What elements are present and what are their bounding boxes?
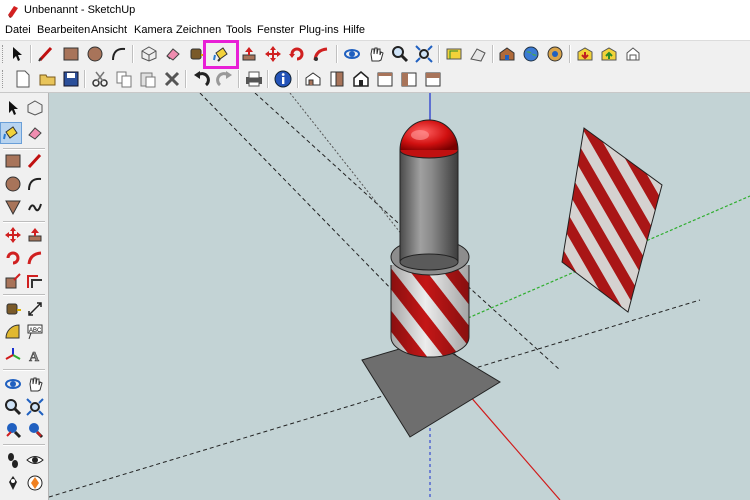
rotate-tool-icon[interactable] [2,247,24,269]
rotate-tool-icon[interactable] [286,43,308,65]
left-view-icon[interactable] [422,68,444,90]
cut-icon[interactable] [89,68,111,90]
toolbar-grip[interactable] [2,70,5,88]
tape-measure-tool-icon[interactable] [2,298,24,320]
front-view-icon[interactable] [350,68,372,90]
menu-tools[interactable]: Tools [226,24,252,36]
sketchup-logo-icon [8,6,18,18]
rectangle-tool-icon[interactable] [60,43,82,65]
paste-icon[interactable] [137,68,159,90]
eraser-tool-icon[interactable] [162,43,184,65]
model-info-icon[interactable] [272,68,294,90]
look-around-tool-icon[interactable] [24,449,46,471]
menu-zeichnen[interactable]: Zeichnen [176,24,221,36]
axes-tool-icon[interactable] [2,344,24,366]
drawing-viewport[interactable] [49,93,750,500]
google-earth-tool-icon[interactable] [520,43,542,65]
menu-hilfe[interactable]: Hilfe [343,24,365,36]
zoom-window-tool-icon[interactable] [24,396,46,418]
undo-icon[interactable] [190,68,212,90]
back-view-icon[interactable] [398,68,420,90]
pan-tool-icon[interactable] [365,43,387,65]
add-location-tool-icon[interactable] [443,43,465,65]
3d-warehouse-tool-icon[interactable] [496,43,518,65]
zoom-tool-icon[interactable] [2,396,24,418]
move-tool-icon[interactable] [2,224,24,246]
scale-tool-icon[interactable] [2,270,24,292]
arc-tool-icon[interactable] [24,173,46,195]
menu-plugins[interactable]: Plug-ins [299,24,339,36]
standard-toolbar [0,66,750,93]
terrain-tool-icon[interactable] [467,43,489,65]
paint-bucket-tool-icon[interactable] [0,122,22,144]
title-bar: Unbenannt - SketchUp [0,0,750,23]
section-plane-tool-icon[interactable] [24,472,46,494]
window-title: Unbenannt - SketchUp [24,4,136,16]
circle-tool-icon[interactable] [84,43,106,65]
iso-view-icon[interactable] [302,68,324,90]
orbit-tool-icon[interactable] [2,373,24,395]
menu-bearbeiten[interactable]: Bearbeiten [37,24,90,36]
walk-tool-icon[interactable] [2,449,24,471]
pan-tool-icon[interactable] [24,373,46,395]
menu-datei[interactable]: Datei [5,24,31,36]
next-view-icon[interactable] [24,419,46,441]
delete-icon[interactable] [161,68,183,90]
select-tool-icon[interactable] [6,43,28,65]
orbit-tool-icon[interactable] [341,43,363,65]
follow-me-tool-icon[interactable] [310,43,332,65]
push-pull-tool-icon[interactable] [238,43,260,65]
zoom-tool-icon[interactable] [389,43,411,65]
3d-text-tool-icon[interactable]: A [24,344,46,366]
zoom-extents-tool-icon[interactable] [413,43,435,65]
open-file-icon[interactable] [37,68,59,90]
large-tool-set: ABC A [0,93,49,500]
move-tool-icon[interactable] [262,43,284,65]
component-tool-icon[interactable] [138,43,160,65]
rectangle-tool-icon[interactable] [2,150,24,172]
arc-tool-icon[interactable] [108,43,130,65]
save-file-icon[interactable] [60,68,82,90]
model-scene [49,93,750,500]
follow-me-tool-icon[interactable] [24,247,46,269]
offset-tool-icon[interactable] [24,270,46,292]
freehand-tool-icon[interactable] [24,196,46,218]
protractor-tool-icon[interactable] [2,321,24,343]
position-camera-tool-icon[interactable] [2,472,24,494]
line-tool-icon[interactable] [24,150,46,172]
make-component-icon[interactable] [24,97,46,119]
share-component-tool-icon[interactable] [544,43,566,65]
circle-tool-icon[interactable] [2,173,24,195]
main-toolbar [0,40,750,67]
dimension-tool-icon[interactable] [24,298,46,320]
new-file-icon[interactable] [12,68,34,90]
toolbar-grip[interactable] [2,45,5,63]
polygon-tool-icon[interactable] [2,196,24,218]
line-tool-icon[interactable] [35,43,57,65]
text-tool-icon[interactable]: ABC [24,321,46,343]
highlight-box [203,40,239,69]
get-models-tool-icon[interactable] [574,43,596,65]
top-view-icon[interactable] [326,68,348,90]
menu-bar: Datei Bearbeiten Ansicht Kamera Zeichnen… [0,22,750,40]
menu-fenster[interactable]: Fenster [257,24,294,36]
print-icon[interactable] [243,68,265,90]
eraser-tool-icon[interactable] [24,122,46,144]
menu-ansicht[interactable]: Ansicht [91,24,127,36]
share-model-tool-icon[interactable] [598,43,620,65]
right-view-icon[interactable] [374,68,396,90]
previous-view-icon[interactable] [2,419,24,441]
menu-kamera[interactable]: Kamera [134,24,173,36]
push-pull-tool-icon[interactable] [24,224,46,246]
copy-icon[interactable] [113,68,135,90]
redo-icon[interactable] [214,68,236,90]
svg-text:A: A [29,350,40,364]
model-window-icon[interactable] [622,43,644,65]
select-tool-icon[interactable] [2,97,24,119]
